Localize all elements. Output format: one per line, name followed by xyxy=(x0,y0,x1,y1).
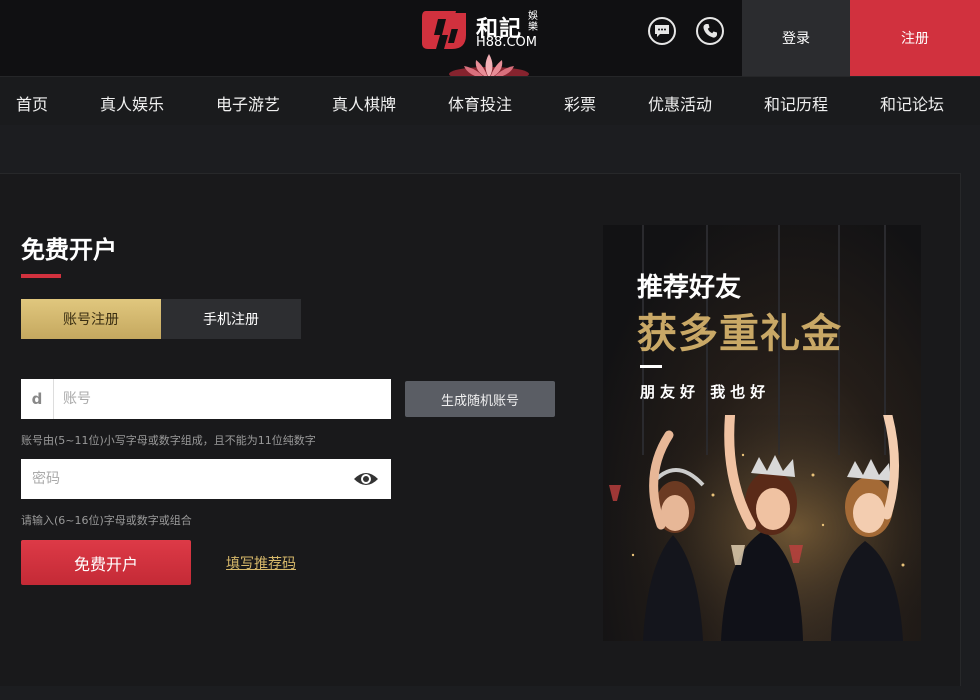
nav-item-forum[interactable]: 和记论坛 xyxy=(880,91,944,115)
promo-divider xyxy=(640,365,662,368)
promo-heading: 推荐好友 xyxy=(637,273,742,303)
login-button[interactable]: 登录 xyxy=(742,0,850,76)
top-header: 和記 娛樂 H88.COM 登录 注册 xyxy=(0,0,980,81)
main-nav: 首页 真人娱乐 电子游艺 真人棋牌 体育投注 彩票 优惠活动 和记历程 和记论坛 xyxy=(0,76,980,125)
password-field xyxy=(21,459,391,499)
tab-phone-register[interactable]: 手机注册 xyxy=(161,299,301,339)
registration-panel: 免费开户 账号注册 手机注册 d 生成随机账号 账号由(5~11位)小写字母或数… xyxy=(0,173,961,686)
eye-icon[interactable] xyxy=(353,469,379,489)
nav-item-live-casino[interactable]: 真人娱乐 xyxy=(100,91,164,115)
nav-item-promotions[interactable]: 优惠活动 xyxy=(648,91,712,115)
title-underline xyxy=(21,274,61,278)
phone-icon xyxy=(703,24,717,38)
username-input[interactable] xyxy=(63,379,383,419)
password-hint: 请输入(6~16位)字母或数字或组合 xyxy=(21,514,192,527)
generate-random-account-button[interactable]: 生成随机账号 xyxy=(405,381,555,417)
brand-logo[interactable]: 和記 娛樂 H88.COM xyxy=(418,5,542,81)
phone-button[interactable] xyxy=(696,17,724,45)
chat-button[interactable] xyxy=(648,17,676,45)
chat-bubble-icon xyxy=(655,25,669,37)
register-button[interactable]: 注册 xyxy=(850,0,980,76)
nav-item-lottery[interactable]: 彩票 xyxy=(564,91,596,115)
free-signup-button[interactable]: 免费开户 xyxy=(21,540,191,585)
password-input[interactable] xyxy=(32,459,332,499)
promo-subheading: 获多重礼金 xyxy=(637,311,842,357)
nav-item-history[interactable]: 和记历程 xyxy=(764,91,828,115)
form-title: 免费开户 xyxy=(21,236,117,264)
username-field: d xyxy=(21,379,391,419)
promo-tagline: 朋友好 我也好 xyxy=(640,383,771,401)
logo-site: H88.COM xyxy=(476,35,537,50)
username-hint: 账号由(5~11位)小写字母或数字组成，且不能为11位纯数字 xyxy=(21,434,316,447)
nav-item-card-games[interactable]: 真人棋牌 xyxy=(332,91,396,115)
logo-badge-icon xyxy=(422,11,466,49)
party-people-illustration xyxy=(603,415,921,641)
nav-item-home[interactable]: 首页 xyxy=(16,91,48,115)
referral-code-link[interactable]: 填写推荐码 xyxy=(226,553,296,573)
logo-tag: 娛樂 xyxy=(528,11,538,33)
tab-account-register[interactable]: 账号注册 xyxy=(21,299,161,339)
nav-item-sports[interactable]: 体育投注 xyxy=(448,91,512,115)
nav-item-slots[interactable]: 电子游艺 xyxy=(216,91,280,115)
promo-banner[interactable]: 推荐好友 获多重礼金 朋友好 我也好 xyxy=(603,225,921,641)
username-prefix: d xyxy=(21,379,54,419)
